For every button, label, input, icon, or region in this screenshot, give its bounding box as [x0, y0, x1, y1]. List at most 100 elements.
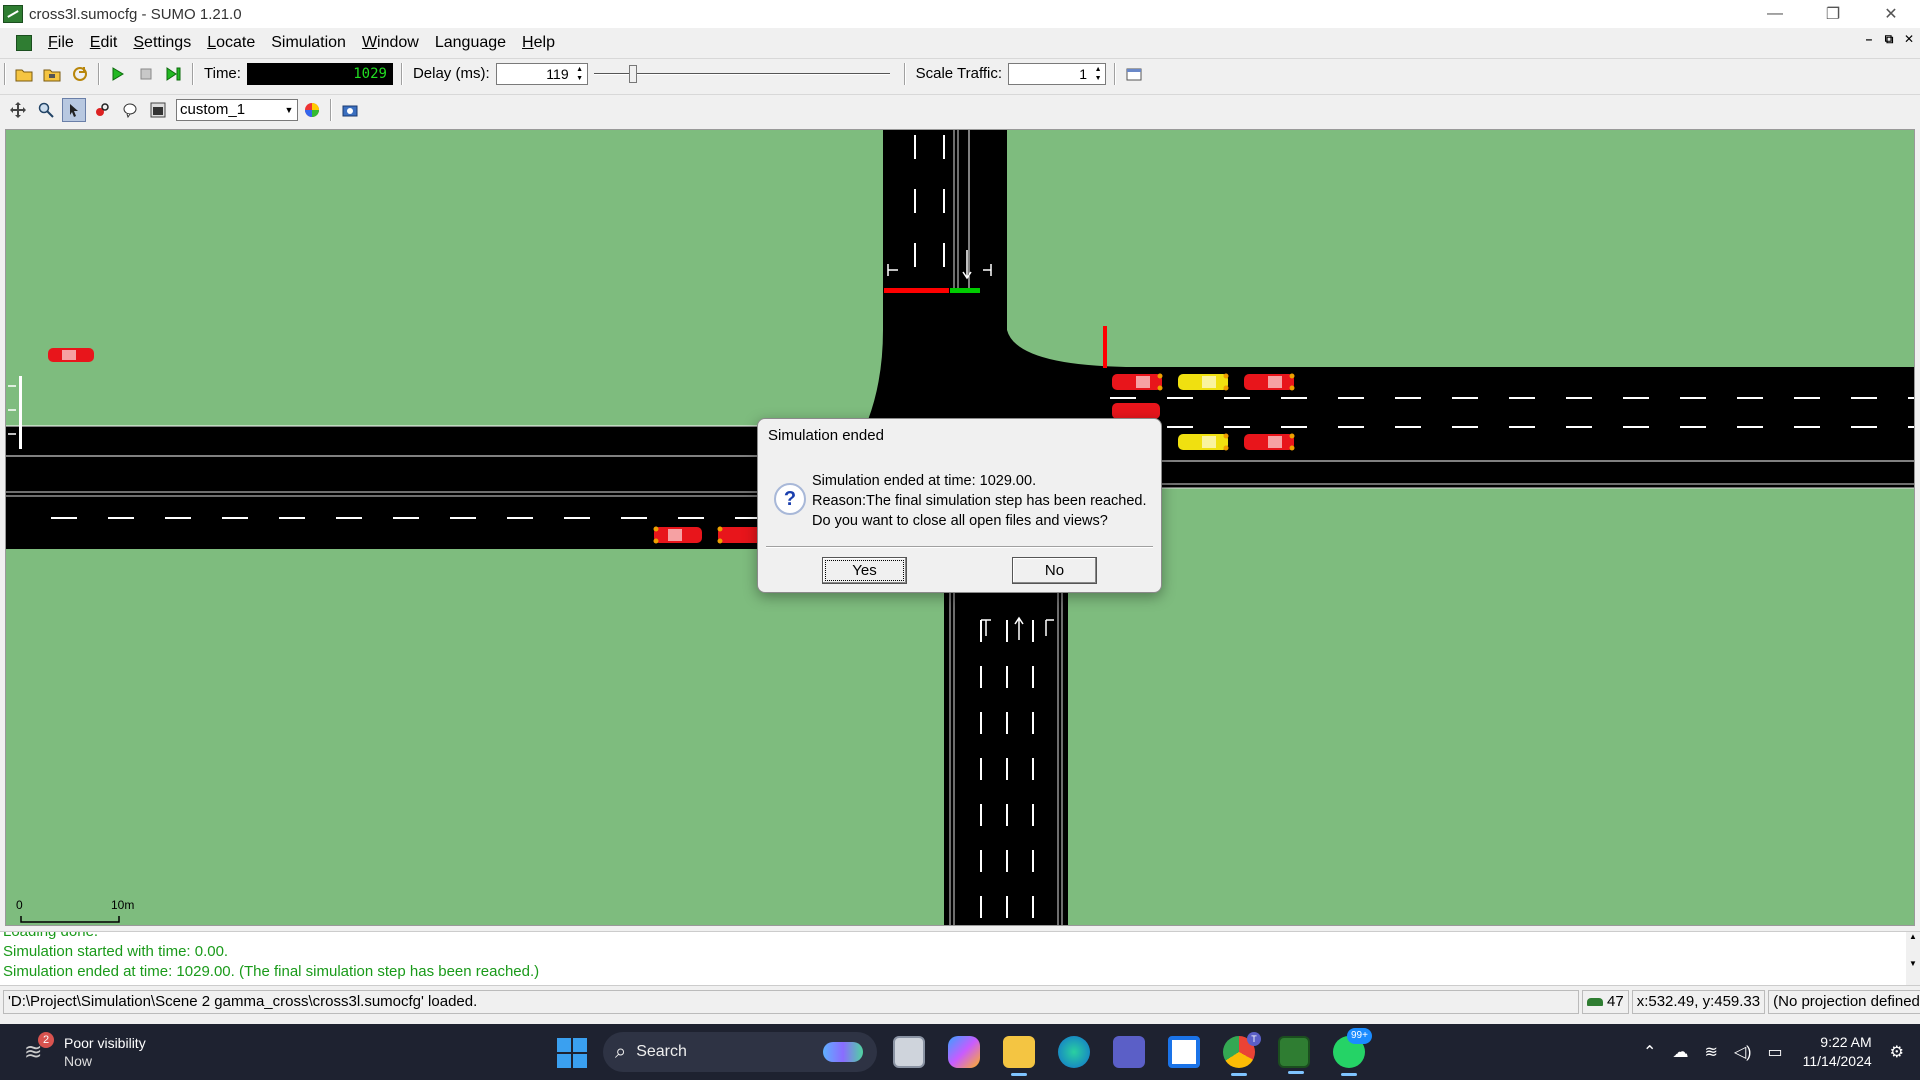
edit-view-settings-icon[interactable] [146, 98, 170, 122]
message-scrollbar[interactable]: ▲ ▼ [1906, 932, 1920, 985]
chrome-profile-badge: T [1247, 1032, 1261, 1046]
recenter-view-icon[interactable] [6, 98, 30, 122]
menu-help-rest: elp [533, 34, 555, 51]
dialog-message-line3: Do you want to close all open files and … [812, 513, 1108, 529]
screenshot-camera-icon[interactable] [338, 98, 362, 122]
simulation-toolbar: Time: 1029 Delay (ms): 119 ▲ ▼ Scale Traf… [0, 58, 1920, 88]
teams-icon[interactable] [1113, 1036, 1145, 1068]
whatsapp-icon[interactable]: 99+ [1333, 1028, 1372, 1076]
scale-spinner-icon[interactable]: ▲ ▼ [1092, 65, 1104, 83]
toolbar-separator [192, 62, 194, 85]
edge-icon[interactable] [1058, 1036, 1090, 1068]
delay-slider-thumb[interactable] [628, 64, 637, 83]
notification-settings-icon[interactable]: ⚙ [1890, 1042, 1904, 1062]
menu-settings[interactable]: Settings [125, 34, 199, 52]
vehicle-east-3 [1244, 373, 1295, 391]
view-toolbar: custom_1 ▼ [0, 94, 1920, 124]
toolbar-separator [330, 98, 332, 121]
clock[interactable]: 9:22 AM 11/14/2024 [1803, 1033, 1872, 1071]
north-signal-green [950, 288, 980, 293]
message-line: Loading done. [3, 931, 99, 940]
no-button[interactable]: No [1012, 557, 1097, 584]
stop-icon[interactable] [134, 62, 158, 86]
delay-input[interactable]: 119 ▲ ▼ [495, 62, 588, 85]
delay-slider-track [593, 72, 890, 75]
mdi-restore-button[interactable]: ⧉ [1882, 32, 1896, 46]
chevron-down-icon[interactable]: ▼ [283, 102, 295, 118]
battery-icon[interactable]: ▭ [1768, 1042, 1783, 1062]
menu-help[interactable]: Help [514, 34, 563, 52]
file-explorer-icon[interactable] [1003, 1036, 1035, 1076]
wifi-icon[interactable]: ≋ [1704, 1042, 1717, 1062]
menu-window[interactable]: Window [354, 34, 427, 52]
reload-icon[interactable] [68, 62, 92, 86]
volume-icon[interactable]: ◁) [1734, 1042, 1752, 1062]
chevron-up-icon[interactable]: ⌃ [1643, 1042, 1656, 1062]
mdi-minimize-button[interactable]: – [1862, 32, 1876, 46]
toolbar-grip [4, 62, 6, 85]
run-icon[interactable] [106, 62, 130, 86]
minimize-button[interactable]: — [1746, 0, 1804, 28]
toolbar-separator [98, 62, 100, 85]
scale-traffic-input[interactable]: 1 ▲ ▼ [1008, 62, 1107, 85]
vehicle-east-1 [1112, 373, 1163, 391]
scale-zero-label: 0 [16, 898, 23, 912]
menu-bar: File Edit Settings Locate Simulation Win… [0, 30, 1920, 56]
west-road [6, 426, 766, 549]
open-network-icon[interactable] [40, 62, 64, 86]
search-label: Search [636, 1043, 687, 1060]
dialog-title: Simulation ended [768, 427, 884, 444]
onedrive-cloud-icon[interactable]: ☁ [1672, 1042, 1688, 1062]
close-button[interactable]: ✕ [1862, 0, 1920, 28]
menu-simulation-rest: imulation [281, 34, 346, 51]
window-title: cross3l.sumocfg - SUMO 1.21.0 [29, 5, 242, 23]
color-wheel-icon[interactable] [300, 98, 324, 122]
whatsapp-badge: 99+ [1347, 1028, 1372, 1044]
menu-edit[interactable]: Edit [82, 34, 126, 52]
dialog-message-line1: Simulation ended at time: 1029.00. [812, 473, 1037, 489]
copilot-icon[interactable] [948, 1036, 980, 1068]
menu-file-accel: F [48, 34, 58, 51]
search-highlight-icon [823, 1042, 863, 1062]
zoom-icon[interactable] [34, 98, 58, 122]
mdi-close-button[interactable]: ✕ [1902, 32, 1916, 46]
vehicle-west-2 [653, 526, 702, 544]
menu-window-rest: indow [377, 34, 419, 51]
east-signal-red [1103, 326, 1107, 368]
new-view-icon[interactable] [1122, 62, 1146, 86]
restore-button[interactable]: ❐ [1804, 0, 1862, 28]
projection-info: (No projection defined) [1768, 990, 1920, 1014]
status-message: 'D:\Project\Simulation\Scene 2 gamma_cro… [3, 990, 1579, 1014]
select-mode-icon[interactable] [62, 97, 86, 122]
menu-locate[interactable]: Locate [199, 34, 263, 52]
menu-edit-rest: dit [100, 34, 118, 51]
mdi-controls: – ⧉ ✕ [1862, 32, 1916, 47]
task-view-icon[interactable] [893, 1036, 925, 1068]
message-window[interactable]: Loading done. Simulation started with ti… [0, 931, 1920, 986]
locate-junction-icon[interactable] [90, 98, 114, 122]
menu-simulation-accel: S [271, 34, 282, 51]
delay-slider[interactable] [593, 63, 894, 85]
windows-start-icon[interactable] [557, 1038, 587, 1068]
menu-language[interactable]: Language [427, 34, 514, 52]
menu-simulation[interactable]: Simulation [263, 34, 354, 52]
open-config-icon[interactable] [12, 62, 36, 86]
north-road [883, 130, 1007, 330]
color-scheme-select[interactable]: custom_1 ▼ [176, 98, 298, 121]
step-icon[interactable] [162, 62, 186, 86]
color-scheme-value: custom_1 [180, 100, 246, 118]
west-stop-line [19, 376, 22, 449]
vehicle-east-5 [1178, 433, 1229, 451]
vehicle-east-2 [1178, 373, 1229, 391]
delay-spinner-icon[interactable]: ▲ ▼ [574, 65, 586, 83]
microsoft-store-icon[interactable] [1168, 1036, 1200, 1068]
tooltip-icon[interactable] [118, 98, 142, 122]
taskbar-search[interactable]: ⌕ Search [603, 1032, 877, 1072]
sumo-taskbar-icon[interactable] [1278, 1036, 1310, 1074]
mdi-window-icon[interactable] [16, 35, 32, 51]
yes-button[interactable]: Yes [822, 557, 907, 584]
vehicle-west-1 [48, 348, 94, 362]
weather-widget[interactable]: ≋ 2 Poor visibility Now [24, 1032, 146, 1070]
menu-file[interactable]: File [40, 34, 82, 52]
chrome-icon[interactable]: T [1223, 1032, 1261, 1076]
